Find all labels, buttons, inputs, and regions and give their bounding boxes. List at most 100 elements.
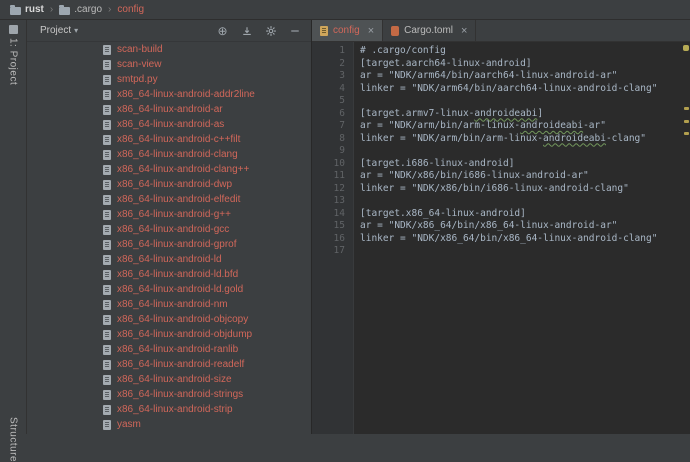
tree-item-label: x86_64-linux-android-ar: [117, 104, 223, 115]
tree-item[interactable]: x86_64-linux-android-as: [27, 117, 311, 132]
tree-item[interactable]: x86_64-linux-android-clang++: [27, 162, 311, 177]
tree-item[interactable]: x86_64-linux-android-addr2line: [27, 87, 311, 102]
line-number: 8: [339, 132, 345, 144]
tree-item[interactable]: x86_64-linux-android-g++: [27, 207, 311, 222]
project-view-selector[interactable]: Project ▾: [40, 25, 78, 36]
tree-item[interactable]: x86_64-linux-android-gcc: [27, 222, 311, 237]
close-icon[interactable]: ×: [368, 25, 374, 37]
tool-window-button-label: Structure: [7, 417, 19, 462]
locate-icon[interactable]: ⊕: [216, 24, 229, 37]
line-number: 14: [333, 207, 345, 219]
tree-item-label: yasm: [117, 419, 141, 430]
tree-item-label: x86_64-linux-android-gprof: [117, 239, 237, 250]
error-stripe[interactable]: [683, 42, 690, 434]
tree-item-label: x86_64-linux-android-objcopy: [117, 314, 249, 325]
tree-item-label: x86_64-linux-android-addr2line: [117, 89, 255, 100]
editor-body: 1 2 3 4 5 6 7 8 9 10 11 12 13 14 15 16 17 # .cargo/confi…: [312, 42, 690, 434]
settings-icon[interactable]: [264, 24, 277, 37]
tool-window-stripe: 1: Project Structure: [0, 20, 27, 462]
breadcrumb-separator: ›: [49, 4, 54, 15]
warning-mark[interactable]: [684, 107, 689, 110]
line-number: 15: [333, 220, 345, 231]
tree-item[interactable]: x86_64-linux-android-ld.bfd: [27, 267, 311, 282]
code-line-1[interactable]: # .cargo/config: [360, 45, 690, 58]
code-line-7[interactable]: ar = "NDK/arm/bin/arm-linux-androideabi-…: [360, 120, 690, 133]
tree-item[interactable]: x86_64-linux-android-gprof: [27, 237, 311, 252]
file-icon: [103, 284, 111, 295]
tree-item[interactable]: x86_64-linux-android-ranlib: [27, 342, 311, 357]
tree-item[interactable]: x86_64-linux-android-clang: [27, 147, 311, 162]
tree-item[interactable]: x86_64-linux-android-strings: [27, 387, 311, 402]
tree-item[interactable]: x86_64-linux-android-ld.gold: [27, 282, 311, 297]
tree-item[interactable]: x86_64-linux-android-ld: [27, 252, 311, 267]
tree-item[interactable]: x86_64-linux-android-strip: [27, 402, 311, 417]
tree-item[interactable]: x86_64-linux-android-c++filt: [27, 132, 311, 147]
code-line-12[interactable]: linker = "NDK/x86/bin/i686-linux-android…: [360, 183, 690, 196]
code-line-14[interactable]: [target.x86_64-linux-android]: [360, 208, 690, 221]
file-icon: [103, 299, 111, 310]
warning-mark[interactable]: [684, 132, 689, 135]
breadcrumb-item--cargo[interactable]: .cargo: [59, 4, 102, 15]
tree-item-label: x86_64-linux-android-ld.gold: [117, 284, 244, 295]
code-line-17[interactable]: [360, 245, 690, 258]
cargo-file-icon: [391, 25, 400, 36]
file-icon: [103, 104, 111, 115]
file-icon: [103, 179, 111, 190]
code-line-5[interactable]: [360, 95, 690, 108]
tool-window-button-project[interactable]: 1: Project: [0, 25, 26, 85]
tab-config[interactable]: config ×: [312, 20, 384, 41]
tree-item[interactable]: x86_64-linux-android-nm: [27, 297, 311, 312]
tree-item[interactable]: x86_64-linux-android-elfedit: [27, 192, 311, 207]
code-line-16[interactable]: linker = "NDK/x86_64/bin/x86_64-linux-an…: [360, 233, 690, 246]
code-line-3[interactable]: ar = "NDK/arm64/bin/aarch64-linux-androi…: [360, 70, 690, 83]
tree-item[interactable]: x86_64-linux-android-dwp: [27, 177, 311, 192]
tab-cargo-toml[interactable]: Cargo.toml ×: [383, 20, 477, 41]
code-line-11[interactable]: ar = "NDK/x86/bin/i686-linux-android-ar": [360, 170, 690, 183]
folder-icon: [10, 4, 21, 15]
code-line-2[interactable]: [target.aarch64-linux-android]: [360, 58, 690, 71]
tree-item[interactable]: scan-view: [27, 57, 311, 72]
inspection-indicator-icon[interactable]: [683, 45, 689, 51]
file-icon: [103, 254, 111, 265]
tree-item[interactable]: x86_64-linux-android-objdump: [27, 327, 311, 342]
tree-item[interactable]: x86_64-linux-android-ar: [27, 102, 311, 117]
breadcrumb-item-config[interactable]: config: [117, 4, 144, 15]
code-line-15[interactable]: ar = "NDK/x86_64/bin/x86_64-linux-androi…: [360, 220, 690, 233]
breadcrumb-item-rust[interactable]: rust: [10, 4, 44, 15]
tree-item-label: scan-build: [117, 44, 163, 55]
tree-item[interactable]: smtpd.py: [27, 72, 311, 87]
tree-item[interactable]: yasm: [27, 417, 311, 432]
file-icon: [103, 119, 111, 130]
line-number: 12: [333, 182, 345, 194]
tree-item-label: x86_64-linux-android-elfedit: [117, 194, 241, 205]
code-line-9[interactable]: [360, 145, 690, 158]
code-line-8[interactable]: linker = "NDK/arm/bin/arm-linux-androide…: [360, 133, 690, 146]
breadcrumb: rust › .cargo › config: [0, 0, 690, 20]
warning-mark[interactable]: [684, 120, 689, 123]
code-area[interactable]: # .cargo/config [target.aarch64-linux-and…: [354, 42, 690, 434]
line-number: 13: [333, 195, 345, 206]
folder-icon: [59, 4, 71, 15]
line-number: 16: [333, 232, 345, 244]
tree-item[interactable]: x86_64-linux-android-readelf: [27, 357, 311, 372]
tree-item[interactable]: x86_64-linux-android-objcopy: [27, 312, 311, 327]
tree-item-label: scan-view: [117, 59, 162, 70]
code-line-6[interactable]: [target.armv7-linux-androideabi]: [360, 108, 690, 121]
project-panel-toolbar: ⊕: [216, 24, 301, 37]
hide-icon[interactable]: [288, 24, 301, 37]
code-line-10[interactable]: [target.i686-linux-android]: [360, 158, 690, 171]
file-icon: [103, 164, 111, 175]
tree-item[interactable]: x86_64-linux-android-size: [27, 372, 311, 387]
line-number: 6: [339, 107, 345, 119]
project-tool-icon: [8, 25, 18, 34]
project-tree: scan-build scan-view smtpd.py x86_64-linux-…: [27, 42, 311, 434]
tree-item[interactable]: scan-build: [27, 42, 311, 57]
code-line-13[interactable]: [360, 195, 690, 208]
file-icon: [103, 59, 111, 70]
tool-window-button-structure[interactable]: Structure: [0, 417, 26, 462]
collapse-all-icon[interactable]: [240, 24, 253, 37]
close-icon[interactable]: ×: [461, 25, 467, 37]
tree-item-label: x86_64-linux-android-c++filt: [117, 134, 241, 145]
code-line-4[interactable]: linker = "NDK/arm64/bin/aarch64-linux-an…: [360, 83, 690, 96]
file-icon: [103, 134, 111, 145]
